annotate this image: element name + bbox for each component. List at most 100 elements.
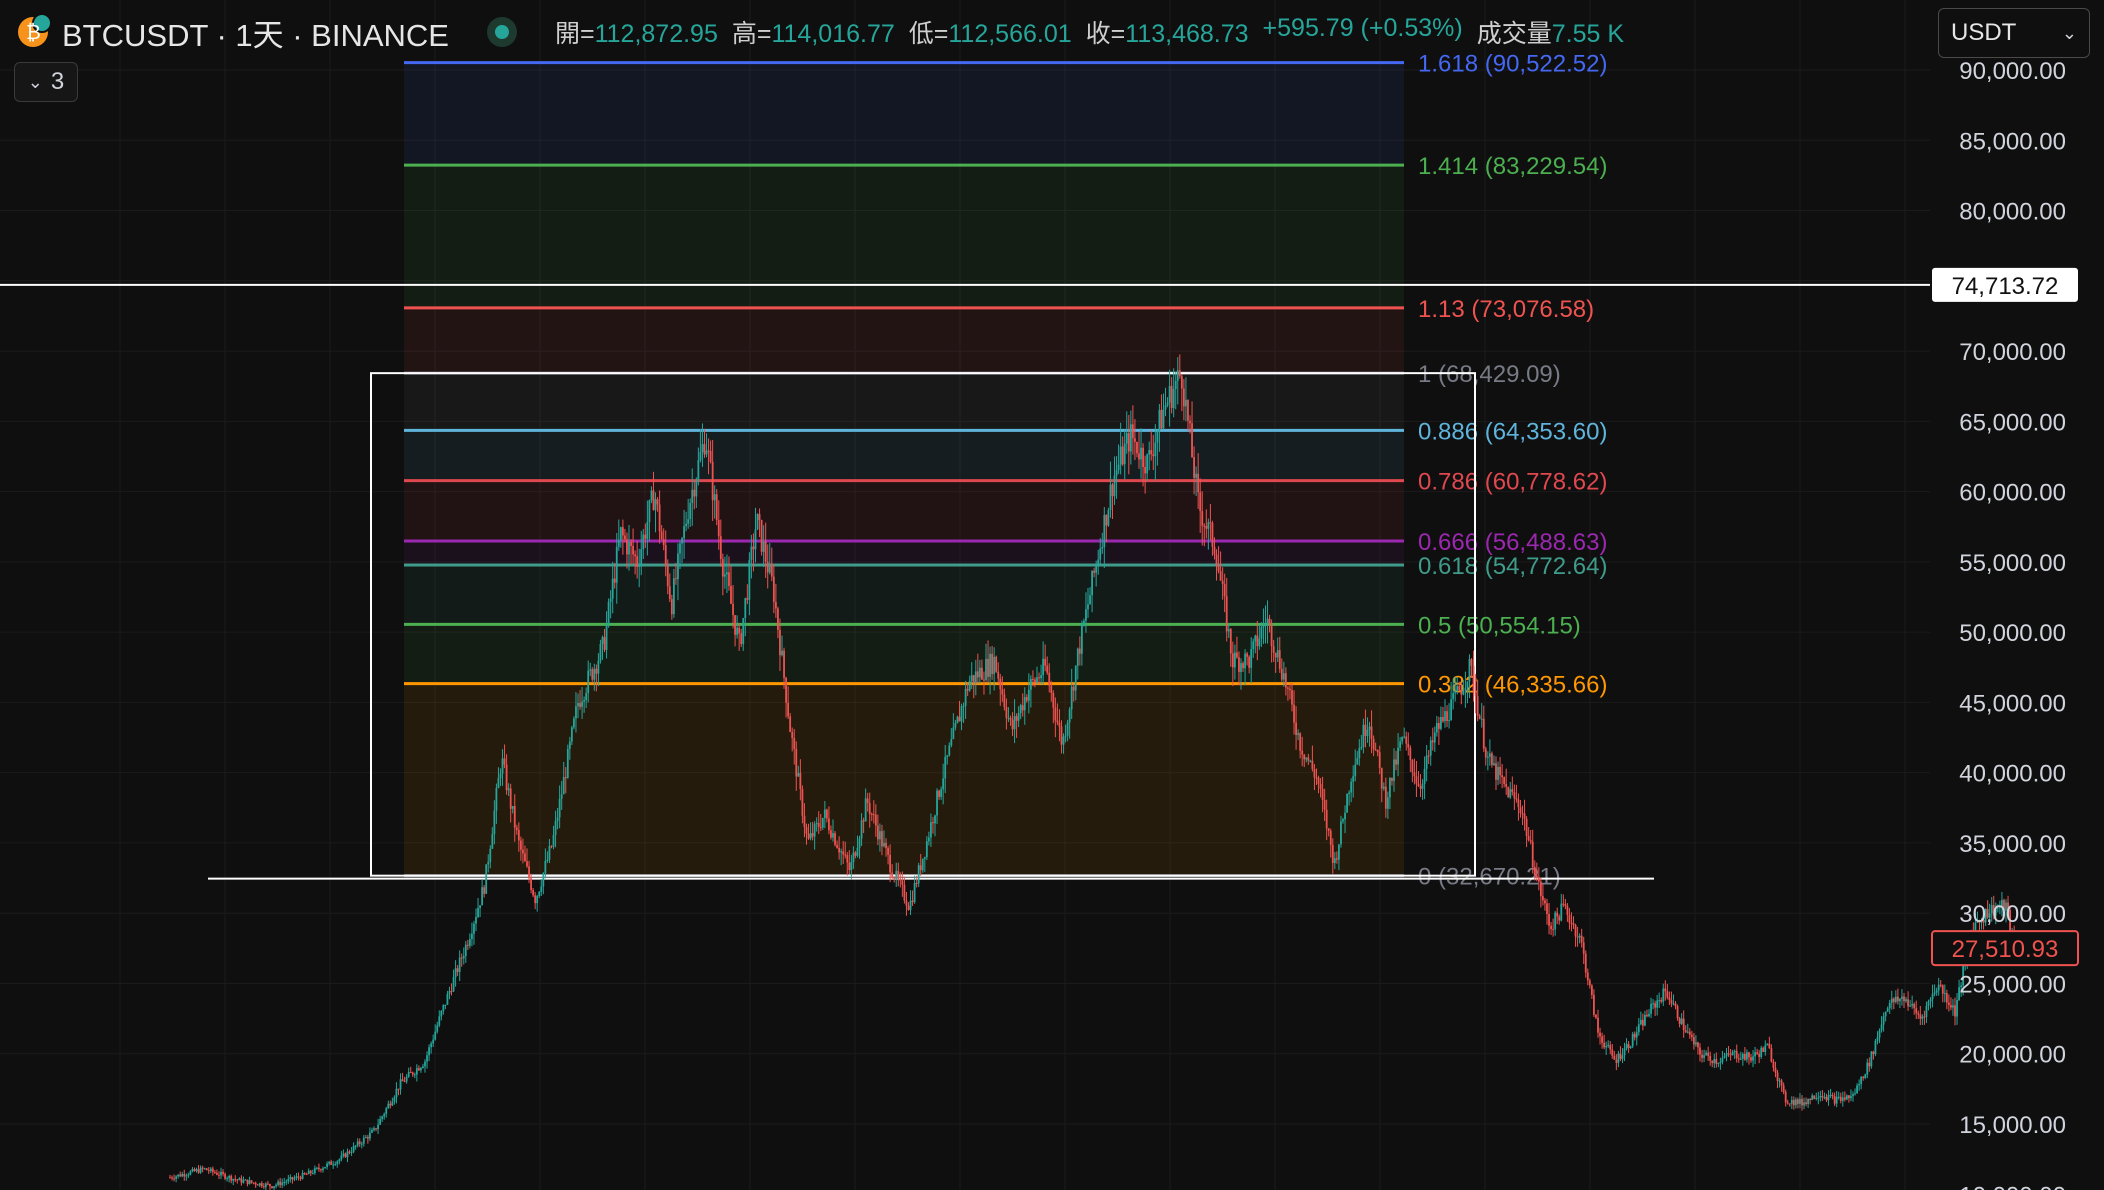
candle-body xyxy=(1717,1062,1720,1064)
candle-body xyxy=(1027,689,1030,701)
candle-body xyxy=(1166,402,1169,406)
candle-body xyxy=(1950,1004,1952,1008)
candle-body xyxy=(595,668,598,674)
candle-body xyxy=(1364,724,1367,737)
candle-body xyxy=(1841,1097,1844,1101)
candle-body xyxy=(1138,453,1140,460)
candle-body xyxy=(1537,877,1540,882)
candle-body xyxy=(1860,1076,1863,1085)
candle-body xyxy=(1437,723,1440,729)
candle-body xyxy=(1911,1003,1914,1006)
candle-body xyxy=(1148,450,1151,455)
candle-body xyxy=(411,1072,414,1075)
candle-body xyxy=(258,1183,261,1186)
candle-body xyxy=(889,854,892,873)
candle-body xyxy=(1060,726,1063,745)
price-axis-tick: 90,000.00 xyxy=(1959,58,2066,85)
candle-body xyxy=(407,1071,410,1077)
low-label: 低= xyxy=(908,20,949,48)
candle-body xyxy=(1264,624,1267,626)
candle-body xyxy=(1886,1008,1889,1012)
candle-body xyxy=(597,660,600,674)
volume-label: 成交量 xyxy=(1476,20,1552,48)
candle-body xyxy=(454,968,457,978)
candle-body xyxy=(966,688,969,691)
candle-body xyxy=(876,825,879,840)
candle-body xyxy=(483,887,486,894)
candle-body xyxy=(366,1137,369,1139)
candle-body xyxy=(1042,658,1045,676)
candle-body xyxy=(222,1171,224,1174)
candle-body xyxy=(1162,409,1165,429)
candle-body xyxy=(1044,658,1047,666)
candle-body xyxy=(322,1168,324,1171)
candle-body xyxy=(836,844,838,848)
candle-body xyxy=(905,900,908,906)
indicators-collapse-button[interactable]: ⌄ 3 xyxy=(14,62,78,102)
candle-body xyxy=(1743,1053,1746,1060)
ohlc-legend: 開=112,872.95 高=114,016.77 低=112,566.01 收… xyxy=(555,14,1624,50)
candle-body xyxy=(1435,723,1438,733)
candle-body xyxy=(636,556,639,567)
candle-body xyxy=(995,656,998,672)
candle-body xyxy=(1827,1095,1830,1101)
candle-body xyxy=(1752,1056,1754,1061)
candle-body xyxy=(901,880,904,885)
candle-body xyxy=(1158,409,1161,432)
candle-body xyxy=(1478,715,1481,719)
candle-body xyxy=(1315,777,1318,779)
price-axis-tick: 55,000.00 xyxy=(1959,550,2066,577)
candle-body xyxy=(1868,1062,1871,1067)
candle-body xyxy=(1615,1059,1618,1063)
candle-body xyxy=(1876,1037,1879,1041)
candle-body xyxy=(430,1043,433,1048)
last-price-label: 27,510.93 xyxy=(1952,936,2059,963)
candle-body xyxy=(795,748,798,777)
candle-body xyxy=(744,598,747,619)
candle-body xyxy=(675,578,677,580)
candle-body xyxy=(1217,566,1220,572)
candle-body xyxy=(1880,1024,1883,1031)
candle-body xyxy=(658,504,661,532)
candle-body xyxy=(1939,984,1942,986)
candle-body xyxy=(1507,786,1510,798)
candle-body xyxy=(697,460,700,481)
candle-body xyxy=(764,541,767,562)
candle-body xyxy=(1509,789,1512,798)
candle-body xyxy=(821,817,824,828)
candle-body xyxy=(1756,1052,1759,1054)
candle-body xyxy=(817,823,820,827)
candle-body xyxy=(1831,1094,1834,1097)
fib-band xyxy=(404,373,1404,431)
candle-body xyxy=(1297,733,1300,735)
candle-body xyxy=(1586,972,1589,981)
candle-body xyxy=(1864,1074,1867,1078)
candle-body xyxy=(797,772,800,777)
candle-body xyxy=(377,1124,379,1130)
candle-body xyxy=(946,755,949,757)
candle-body xyxy=(526,861,528,867)
price-chart[interactable]: 1.618 (90,522.52) 1.414 (83,229.54) 1.13 (… xyxy=(0,0,2104,1190)
candle-body xyxy=(1778,1080,1781,1082)
candle-body xyxy=(1444,711,1446,722)
candle-body xyxy=(1674,1003,1677,1007)
candle-body xyxy=(336,1161,339,1165)
candle-body xyxy=(1193,457,1195,478)
candle-body xyxy=(315,1167,318,1169)
candle-body xyxy=(195,1169,198,1172)
candle-body xyxy=(1219,571,1222,581)
fib-level-label: 0.382 (46,335.66) xyxy=(1418,672,1607,699)
candle-body xyxy=(787,702,790,717)
candle-body xyxy=(1113,475,1116,497)
candle-body xyxy=(519,840,522,850)
candle-body xyxy=(1258,638,1261,647)
candle-body xyxy=(799,772,802,790)
currency-select[interactable]: USDT ⌄ xyxy=(1938,8,2090,58)
candle-body xyxy=(481,887,484,906)
candle-body xyxy=(581,701,583,707)
candle-body xyxy=(1580,935,1583,943)
candle-body xyxy=(1709,1055,1712,1061)
candle-body xyxy=(1493,763,1495,765)
candle-body xyxy=(1635,1032,1638,1038)
symbol-title[interactable]: BTCUSDT · 1天 · BINANCE xyxy=(62,10,449,55)
